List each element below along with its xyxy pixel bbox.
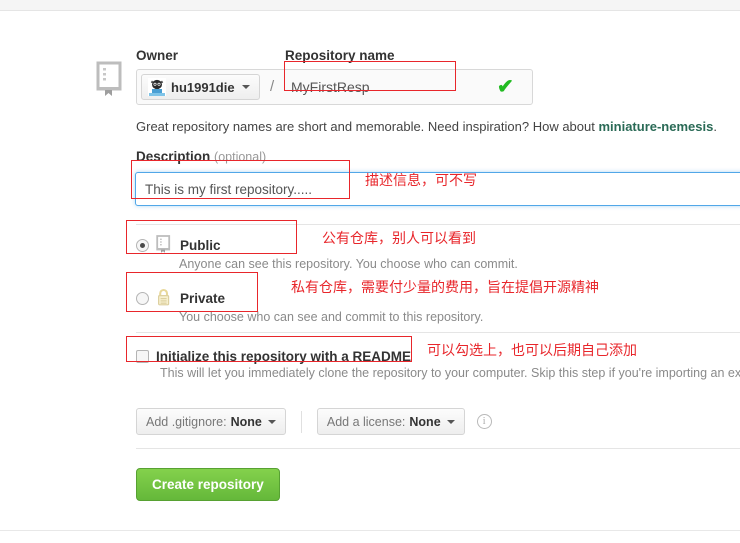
description-label: Description (optional) xyxy=(136,149,266,164)
lock-icon xyxy=(156,288,173,309)
description-optional-text: (optional) xyxy=(214,150,267,164)
readme-subtitle: This will let you immediately clone the … xyxy=(160,366,740,380)
divider xyxy=(300,410,302,433)
private-radio[interactable] xyxy=(136,292,149,305)
owner-avatar xyxy=(148,78,166,96)
readme-checkbox[interactable] xyxy=(136,350,149,363)
page-bottom-divider xyxy=(0,530,740,531)
license-value: None xyxy=(409,414,441,429)
new-repository-form: Owner Repository name hu1991die / MyFirs… xyxy=(0,11,740,530)
gitignore-dropdown-button[interactable]: Add .gitignore: None xyxy=(136,408,286,435)
license-dropdown-button[interactable]: Add a license: None xyxy=(316,408,465,435)
repository-name-label: Repository name xyxy=(285,48,395,63)
repository-name-input[interactable] xyxy=(285,74,529,100)
public-subtitle: Anyone can see this repository. You choo… xyxy=(179,257,518,271)
owner-label: Owner xyxy=(136,48,179,63)
owner-and-name-row: hu1991die / ✔ xyxy=(136,69,533,105)
info-icon[interactable]: i xyxy=(476,414,492,429)
chevron-down-icon xyxy=(241,85,250,89)
divider xyxy=(136,332,740,333)
path-separator: / xyxy=(270,78,275,95)
gitignore-prefix: Add .gitignore: xyxy=(146,414,227,429)
repository-name-hint: Great repository names are short and mem… xyxy=(136,119,717,134)
chevron-down-icon xyxy=(267,419,276,424)
browser-chrome-strip xyxy=(0,0,740,11)
annotation-text-private: 私有仓库，需要付少量的费用，旨在提倡开源精神 xyxy=(291,280,599,296)
create-repository-button[interactable]: Create repository xyxy=(136,468,280,501)
private-subtitle: You choose who can see and commit to thi… xyxy=(179,310,484,324)
private-title: Private xyxy=(180,291,226,306)
owner-dropdown-button[interactable]: hu1991die xyxy=(141,74,260,100)
name-valid-check-icon: ✔ xyxy=(497,76,514,98)
hint-text-suffix: . xyxy=(713,119,717,134)
annotation-text-public: 公有仓库，别人可以看到 xyxy=(322,231,476,247)
owner-name: hu1991die xyxy=(171,79,235,95)
divider xyxy=(136,224,740,225)
readme-title: Initialize this repository with a README xyxy=(156,349,412,364)
divider xyxy=(136,448,740,449)
annotation-text-readme: 可以勾选上，也可以后期自己添加 xyxy=(427,343,637,359)
public-title: Public xyxy=(180,238,221,253)
description-label-text: Description xyxy=(136,149,211,164)
repository-book-icon xyxy=(96,61,124,97)
template-dropdown-row: Add .gitignore: None Add a license: None… xyxy=(136,408,492,435)
suggested-name-link[interactable]: miniature-nemesis xyxy=(598,119,713,134)
chevron-down-icon xyxy=(446,419,455,424)
annotation-text-description: 描述信息，可不写 xyxy=(365,173,477,189)
hint-text-prefix: Great repository names are short and mem… xyxy=(136,119,599,134)
public-repo-icon xyxy=(156,235,173,256)
public-radio[interactable] xyxy=(136,239,149,252)
license-prefix: Add a license: xyxy=(326,414,406,429)
gitignore-value: None xyxy=(230,414,262,429)
